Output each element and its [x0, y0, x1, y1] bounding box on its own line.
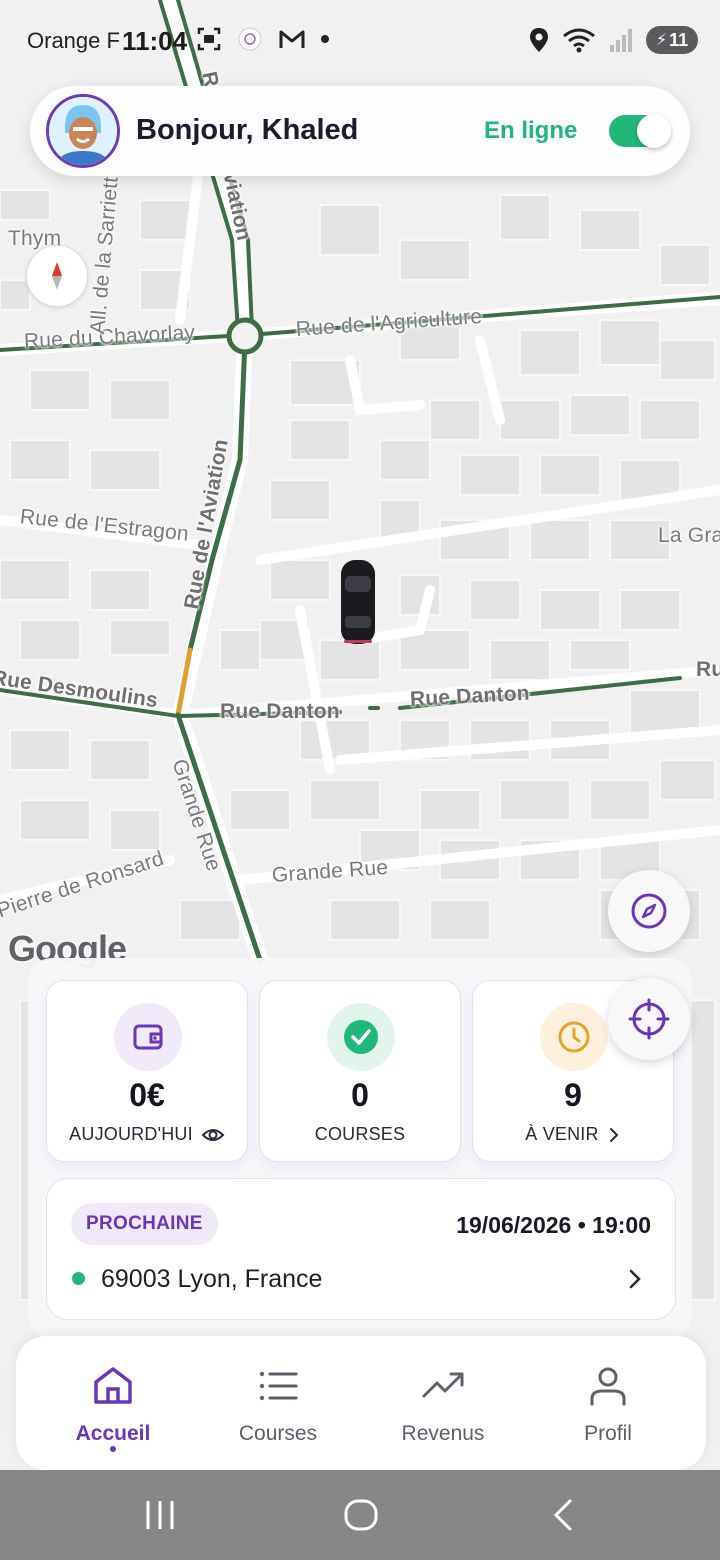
dot-icon: [321, 35, 329, 43]
nav-item-revenus[interactable]: Revenus: [363, 1336, 523, 1470]
next-ride-badge: PROCHAINE: [71, 1203, 218, 1245]
chevron-right-icon: [629, 1269, 641, 1289]
nav-label: Revenus: [401, 1422, 485, 1445]
online-status-label: En ligne: [484, 117, 578, 144]
stat-value: 9: [564, 1077, 582, 1113]
screenshot-icon: [197, 27, 221, 51]
recent-apps-icon[interactable]: [142, 1498, 178, 1532]
trending-up-icon: [422, 1372, 464, 1398]
gmail-icon: [279, 30, 305, 48]
compass-icon: [631, 893, 667, 929]
check-circle-icon: [344, 1020, 378, 1054]
clock: 11:04: [122, 26, 188, 56]
stat-label: COURSES: [314, 1124, 406, 1144]
status-bar: Orange F 11:04 ⚡ 11: [0, 0, 720, 82]
list-icon: [259, 1371, 298, 1401]
next-ride-datetime: 19/06/2026 • 19:00: [456, 1212, 651, 1238]
online-toggle[interactable]: [609, 114, 671, 148]
stat-label-wrap: À VENIR: [473, 1124, 673, 1145]
clock-icon: [558, 1021, 590, 1053]
next-ride-card[interactable]: PROCHAINE 19/06/2026 • 19:00 69003 Lyon,…: [46, 1178, 676, 1320]
battery-icon: ⚡ 11: [646, 26, 698, 54]
stat-label: À VENIR: [525, 1124, 599, 1144]
carrier-name: Orange F: [27, 28, 120, 53]
stat-label-wrap: COURSES: [260, 1124, 460, 1145]
eye-icon[interactable]: [201, 1126, 225, 1144]
pickup-dot-icon: [72, 1272, 85, 1285]
avatar[interactable]: [46, 94, 120, 168]
toggle-knob: [637, 114, 671, 148]
road-label: Rue Danton: [220, 700, 340, 723]
user-icon: [590, 1367, 626, 1406]
greeting-text: Bonjour, Khaled: [136, 114, 359, 146]
nav-label: Courses: [238, 1422, 318, 1445]
map-compass-button[interactable]: [26, 245, 88, 307]
road-label: Ru: [696, 658, 720, 681]
nav-item-courses[interactable]: Courses: [198, 1336, 358, 1470]
system-navigation-bar: [0, 1470, 720, 1560]
next-ride-address: 69003 Lyon, France: [101, 1265, 323, 1293]
wifi-icon: [563, 28, 595, 53]
only-app-icon: [238, 27, 262, 51]
home-icon: [94, 1367, 132, 1404]
nav-item-profil[interactable]: Profil: [528, 1336, 688, 1470]
greeting-header: Bonjour, Khaled En ligne: [30, 86, 690, 176]
home-button-icon[interactable]: [343, 1498, 379, 1532]
compass-north-icon: [52, 262, 62, 290]
bottom-navigation: Accueil Courses Revenus Profil: [16, 1336, 706, 1470]
clock-icon-wrap: [540, 1003, 608, 1071]
stat-label-wrap: AUJOURD'HUI: [47, 1124, 247, 1145]
wallet-icon-wrap: [114, 1003, 182, 1071]
road-label: La Gra: [658, 524, 720, 547]
recenter-button[interactable]: [608, 978, 690, 1060]
stat-card-today[interactable]: 0€ AUJOURD'HUI: [46, 980, 248, 1162]
navigation-compass-button[interactable]: [608, 870, 690, 952]
location-icon: [530, 28, 548, 52]
wallet-icon: [133, 1024, 163, 1050]
battery-level: 11: [669, 29, 689, 50]
stat-label: AUJOURD'HUI: [69, 1124, 193, 1144]
signal-icon: [610, 29, 632, 52]
nav-label: Profil: [584, 1422, 632, 1445]
crosshair-icon: [628, 998, 670, 1040]
active-tab-indicator: [110, 1446, 116, 1452]
stat-value: 0: [351, 1077, 369, 1113]
stat-value: 0€: [129, 1077, 165, 1113]
check-icon-wrap: [327, 1003, 395, 1071]
chevron-right-icon: [609, 1127, 619, 1142]
stat-card-courses[interactable]: 0 COURSES: [259, 980, 461, 1162]
nav-label: Accueil: [75, 1422, 151, 1445]
back-icon[interactable]: [548, 1498, 578, 1532]
